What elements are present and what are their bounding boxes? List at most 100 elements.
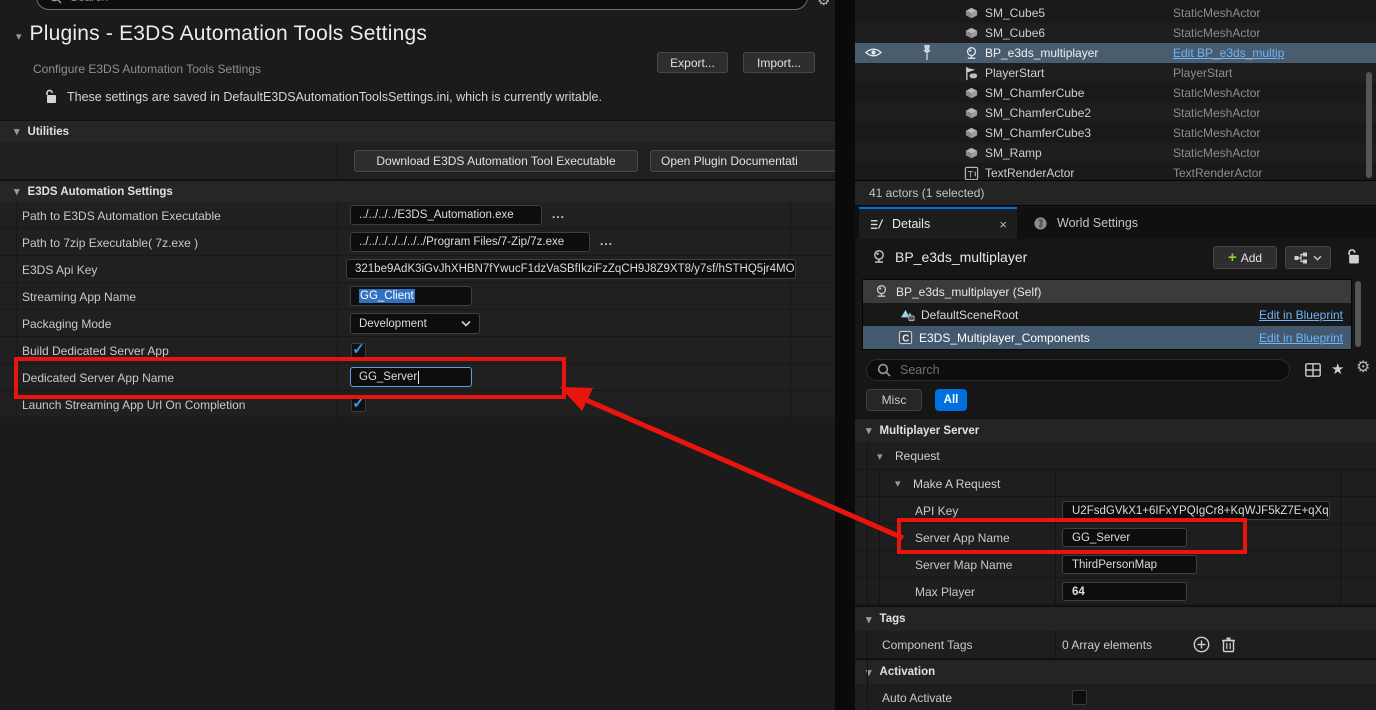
filter-chip-misc[interactable]: Misc (866, 389, 922, 411)
static-mesh-icon (964, 6, 979, 21)
globe-icon (1033, 216, 1048, 231)
max-player-input[interactable]: 64 (1062, 582, 1187, 601)
outliner-scrollbar[interactable] (1366, 72, 1372, 178)
setting-row-build-dedicated-server: Build Dedicated Server App ✓ (0, 337, 835, 364)
automation-exe-path-input[interactable]: ../../../../E3DS_Automation.exe (350, 205, 542, 225)
collapse-arrow-icon[interactable]: ▾ (16, 30, 22, 43)
utilities-row: Download E3DS Automation Tool Executable… (0, 142, 835, 180)
section-header-utilities[interactable]: ▾ Utilities (0, 120, 835, 142)
packaging-mode-dropdown[interactable]: Development (350, 313, 480, 334)
component-row-self[interactable]: BP_e3ds_multiplayer (Self) (863, 280, 1351, 303)
auto-activate-checkbox[interactable] (1072, 690, 1087, 705)
import-button[interactable]: Import... (743, 52, 815, 73)
tab-details[interactable]: Details × (859, 207, 1017, 239)
edit-in-blueprint-link[interactable]: Edit in Blueprint (1259, 308, 1343, 322)
subsection-make-a-request[interactable]: ▾ Make A Request (855, 470, 1376, 497)
details-tabbar: Details × World Settings (855, 207, 1376, 239)
build-dedicated-server-checkbox[interactable]: ✓ (351, 343, 366, 358)
blueprint-hierarchy-button[interactable] (1285, 246, 1331, 269)
open-plugin-documentation-button[interactable]: Open Plugin Documentati (650, 150, 840, 172)
edit-in-blueprint-link[interactable]: Edit in Blueprint (1259, 331, 1343, 345)
setting-row-dedicated-server-app-name: Dedicated Server App Name GG_Server (0, 364, 835, 391)
indent-guide (879, 470, 880, 605)
tab-world-settings[interactable]: World Settings (1023, 207, 1148, 239)
e3ds-api-key-input[interactable]: 321be9AdK3iGvJhXHBN7fYwucF1dzVaSBfIkziFz… (346, 259, 796, 279)
details-search-placeholder: Search (900, 363, 940, 377)
node-tree-icon (1294, 252, 1308, 264)
server-app-name-input[interactable]: GG_Server (1062, 528, 1187, 547)
component-row-default-scene-root[interactable]: C DefaultSceneRoot Edit in Blueprint (863, 303, 1351, 326)
page-subtitle: Configure E3DS Automation Tools Settings (33, 62, 261, 76)
browse-button[interactable]: ... (600, 234, 613, 248)
pin-icon[interactable] (921, 44, 933, 61)
unlocked-icon[interactable] (1347, 248, 1361, 265)
settings-search-input[interactable]: Search (36, 0, 808, 10)
edit-blueprint-link[interactable]: Edit BP_e3ds_multip (1173, 46, 1363, 60)
detail-row-max-player: Max Player 64 (855, 578, 1376, 605)
7zip-path-input[interactable]: ../../../../../../../Program Files/7-Zip… (350, 232, 590, 252)
detail-row-server-app-name: Server App Name GG_Server (855, 524, 1376, 551)
outliner-row[interactable]: SM_Cube5 StaticMeshActor (855, 3, 1376, 23)
world-outliner-panel: SM_Cube5 StaticMeshActor SM_Cube6 Static… (855, 0, 1376, 180)
setting-row-packaging-mode: Packaging Mode Development (0, 310, 835, 337)
setting-row-api-key: E3DS Api Key 321be9AdK3iGvJhXHBN7fYwucF1… (0, 256, 835, 283)
detail-row-component-tags: Component Tags 0 Array elements (855, 631, 1376, 659)
dedicated-server-app-name-input[interactable]: GG_Server (350, 367, 472, 387)
collapse-arrow-icon: ▾ (14, 185, 20, 198)
outliner-row-selected[interactable]: BP_e3ds_multiplayer Edit BP_e3ds_multip (855, 43, 1376, 63)
outliner-row[interactable]: T TextRenderActor TextRenderActor (855, 163, 1376, 180)
selected-actor-name: BP_e3ds_multiplayer (895, 249, 1027, 265)
setting-row-automation-exe-path: Path to E3DS Automation Executable ../..… (0, 202, 835, 229)
add-component-button[interactable]: + Add (1213, 246, 1277, 269)
details-scrollbar[interactable] (1355, 281, 1361, 347)
export-button[interactable]: Export... (657, 52, 728, 73)
outliner-row[interactable]: SM_ChamferCube3 StaticMeshActor (855, 123, 1376, 143)
trash-icon[interactable] (1221, 636, 1236, 653)
section-header-tags[interactable]: ▾ Tags (855, 606, 1376, 631)
page-title: Plugins - E3DS Automation Tools Settings (30, 22, 428, 46)
outliner-row[interactable]: PlayerStart PlayerStart (855, 63, 1376, 83)
static-mesh-icon (964, 146, 979, 161)
collapse-arrow-icon: ▾ (866, 613, 872, 626)
blueprint-actor-icon (964, 46, 979, 61)
component-row-e3ds-multiplayer-components[interactable]: C E3DS_Multiplayer_Components Edit in Bl… (863, 326, 1351, 349)
section-header-automation-settings[interactable]: ▾ E3DS Automation Settings (0, 180, 835, 202)
favorites-star-icon[interactable]: ★ (1331, 360, 1344, 378)
column-divider (1055, 470, 1056, 605)
streaming-app-name-input[interactable]: GG_Client (350, 286, 472, 306)
details-search-input[interactable]: Search (866, 359, 1290, 381)
grid-view-icon[interactable] (1305, 363, 1321, 377)
server-map-name-input[interactable]: ThirdPersonMap (1062, 555, 1197, 574)
array-elements-count: 0 Array elements (1062, 638, 1152, 652)
close-tab-icon[interactable]: × (999, 217, 1007, 232)
component-icon: C (898, 330, 913, 345)
section-header-multiplayer-server[interactable]: ▾ Multiplayer Server (855, 418, 1376, 442)
settings-gear-icon[interactable]: ⚙ (817, 0, 830, 8)
outliner-row[interactable]: SM_ChamferCube2 StaticMeshActor (855, 103, 1376, 123)
details-search-row: Search ★ ⚙ (855, 356, 1376, 386)
panel-divider (835, 0, 855, 710)
outliner-row[interactable]: SM_Cube6 StaticMeshActor (855, 23, 1376, 43)
visibility-eye-icon[interactable] (865, 45, 882, 60)
outliner-row[interactable]: SM_ChamferCube StaticMeshActor (855, 83, 1376, 103)
details-actor-header: BP_e3ds_multiplayer + Add (855, 239, 1376, 277)
subsection-request[interactable]: ▾ Request (855, 442, 1376, 470)
download-executable-button[interactable]: Download E3DS Automation Tool Executable (354, 150, 638, 172)
launch-streaming-url-checkbox[interactable]: ✓ (351, 397, 366, 412)
blueprint-actor-icon (871, 249, 887, 265)
api-key-input[interactable]: U2FsdGVkX1+6IFxYPQIgCr8+KqWJF5kZ7E+qXq (1062, 501, 1330, 520)
column-divider (1055, 631, 1056, 659)
search-icon (49, 0, 62, 4)
section-header-activation[interactable]: ▾ Activation (855, 659, 1376, 684)
details-settings-gear-icon[interactable]: ⚙ (1356, 359, 1370, 377)
browse-button[interactable]: ... (552, 207, 565, 221)
page-title-row: ▾ Plugins - E3DS Automation Tools Settin… (16, 22, 427, 46)
add-element-icon[interactable] (1193, 636, 1210, 653)
unreal-editor-window: Search ⚙ ▾ Plugins - E3DS Automation Too… (0, 0, 1376, 710)
collapse-arrow-icon: ▾ (866, 424, 872, 437)
outliner-row[interactable]: SM_Ramp StaticMeshActor (855, 143, 1376, 163)
text-caret (418, 371, 419, 384)
plus-icon: + (1228, 249, 1237, 266)
filter-chip-all[interactable]: All (935, 389, 967, 411)
checkmark-icon: ✓ (352, 396, 365, 411)
